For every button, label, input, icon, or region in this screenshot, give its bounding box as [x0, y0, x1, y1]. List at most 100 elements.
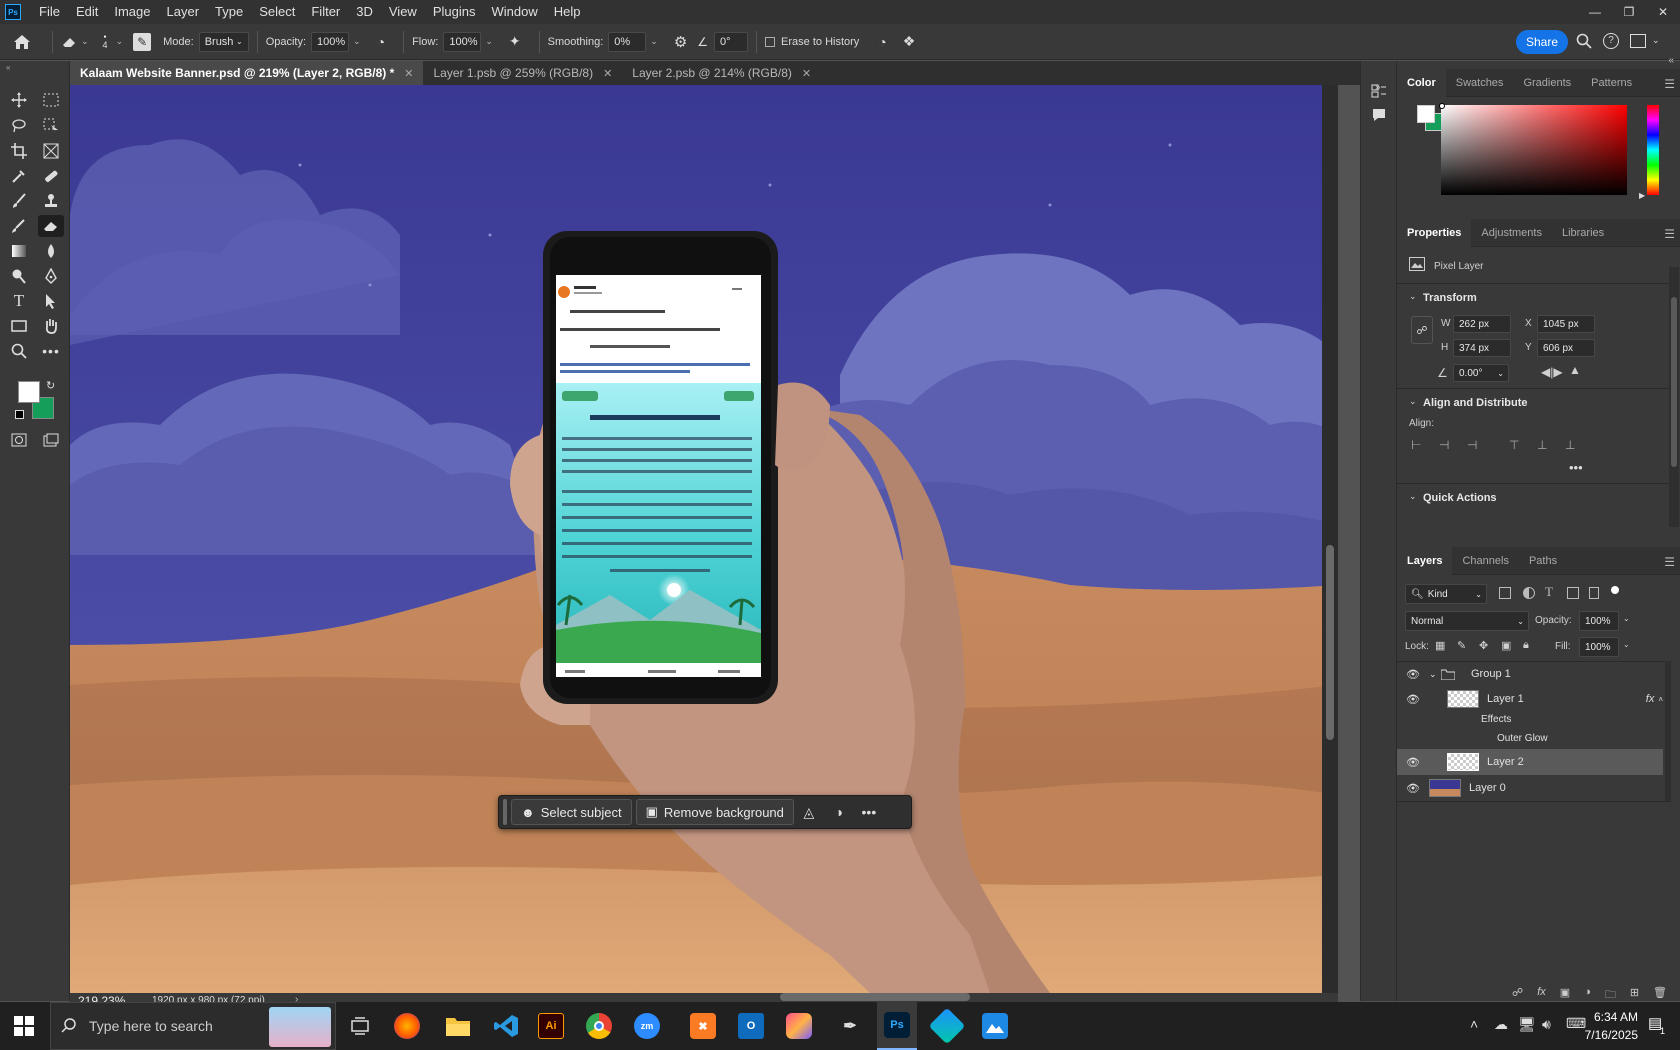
- filter-toggle-icon[interactable]: [1611, 586, 1619, 594]
- brush-tool-icon[interactable]: [6, 190, 32, 212]
- transform-section-title[interactable]: Transform: [1423, 292, 1477, 304]
- fill-dropdown-icon[interactable]: ⌄: [1623, 640, 1630, 649]
- visibility-eye-icon[interactable]: 👁︎: [1397, 693, 1429, 706]
- erase-to-history-checkbox[interactable]: [765, 36, 776, 47]
- symmetry-butterfly-icon[interactable]: ❖: [903, 33, 916, 50]
- brush-settings-icon[interactable]: ✎: [133, 32, 152, 51]
- photoshop-taskbar-icon[interactable]: Ps: [877, 1002, 917, 1050]
- pressure-size-icon[interactable]: ◔: [878, 34, 886, 50]
- onedrive-icon[interactable]: ☁: [1494, 1016, 1508, 1033]
- swap-colors-icon[interactable]: ↻: [46, 379, 55, 392]
- type-tool-icon[interactable]: T: [6, 290, 32, 312]
- restore-button[interactable]: ❐: [1612, 0, 1646, 24]
- marquee-tool-icon[interactable]: [38, 89, 64, 111]
- outer-glow-effect-row[interactable]: Outer Glow: [1397, 728, 1663, 748]
- lock-position-icon[interactable]: ✥: [1479, 639, 1488, 652]
- filter-pixel-layer-icon[interactable]: [1499, 587, 1511, 599]
- search-icon[interactable]: [1576, 33, 1592, 49]
- tab-layer-1-psb[interactable]: Layer 1.psb @ 259% (RGB/8) ✕: [423, 61, 622, 85]
- align-right-edges-icon[interactable]: ⊣: [1467, 438, 1481, 452]
- align-vertical-centers-icon[interactable]: ⊥: [1537, 438, 1551, 452]
- smoothing-field[interactable]: 0%: [608, 31, 647, 52]
- add-mask-icon[interactable]: ▣: [1560, 986, 1570, 1000]
- effects-collapse-icon[interactable]: ˄: [1658, 695, 1663, 704]
- eraser-tool-icon[interactable]: [38, 215, 64, 237]
- smoothing-dropdown-icon[interactable]: ⌄: [650, 36, 658, 47]
- tab-channels[interactable]: Channels: [1452, 547, 1518, 575]
- menu-window[interactable]: Window: [483, 0, 545, 24]
- properties-panel-menu-icon[interactable]: ☰: [1664, 227, 1675, 241]
- close-tab-icon[interactable]: ✕: [802, 67, 811, 80]
- visibility-eye-icon[interactable]: 👁︎: [1397, 782, 1429, 795]
- blend-mode-select[interactable]: Normal ⌄: [1405, 611, 1529, 631]
- transform-icon[interactable]: ◬: [794, 799, 824, 825]
- layers-scrollbar[interactable]: [1665, 661, 1671, 801]
- flip-horizontal-icon[interactable]: ◀|▶: [1541, 365, 1563, 379]
- gradient-tool-icon[interactable]: [6, 240, 32, 262]
- lock-transparent-pixels-icon[interactable]: ▦: [1435, 639, 1445, 652]
- align-collapse-icon[interactable]: ⌄: [1409, 396, 1417, 407]
- properties-scroll-thumb[interactable]: [1671, 297, 1677, 467]
- x-position-field[interactable]: 1045 px: [1537, 315, 1595, 333]
- menu-layer[interactable]: Layer: [159, 0, 208, 24]
- tab-patterns[interactable]: Patterns: [1581, 69, 1642, 97]
- document-canvas[interactable]: [70, 85, 1338, 993]
- tab-libraries[interactable]: Libraries: [1552, 219, 1614, 247]
- default-colors-icon[interactable]: [15, 410, 24, 419]
- pen-tool-icon[interactable]: [38, 265, 64, 287]
- new-group-icon[interactable]: 🗀︎: [1605, 986, 1616, 1001]
- lock-artboard-icon[interactable]: ▣: [1501, 639, 1511, 652]
- height-field[interactable]: 374 px: [1453, 339, 1511, 357]
- chrome-icon[interactable]: [586, 1013, 612, 1039]
- illustrator-icon[interactable]: Ai: [538, 1013, 564, 1039]
- help-icon[interactable]: ?: [1603, 33, 1619, 49]
- comments-panel-icon[interactable]: [1371, 107, 1387, 123]
- close-window-button[interactable]: ✕: [1646, 0, 1680, 24]
- menu-filter[interactable]: Filter: [303, 0, 348, 24]
- taskbar-clock[interactable]: 6:34 AM 7/16/2025: [1578, 1008, 1638, 1044]
- color-panel-menu-icon[interactable]: ☰: [1664, 77, 1675, 91]
- clone-stamp-tool-icon[interactable]: [38, 190, 64, 212]
- drag-handle-icon[interactable]: [503, 799, 507, 825]
- tab-layers[interactable]: Layers: [1397, 546, 1453, 575]
- menu-type[interactable]: Type: [207, 0, 251, 24]
- mode-select[interactable]: Brush ⌄: [198, 31, 249, 52]
- select-subject-button[interactable]: ☻ Select subject: [511, 799, 632, 825]
- close-tab-icon[interactable]: ✕: [404, 67, 413, 80]
- volume-icon[interactable]: 🔊︎: [1542, 1016, 1551, 1033]
- rotation-angle-field[interactable]: 0.00° ⌄: [1453, 364, 1509, 382]
- history-brush-tool-icon[interactable]: [6, 215, 32, 237]
- align-top-edges-icon[interactable]: ⊤: [1509, 438, 1523, 452]
- align-section-title[interactable]: Align and Distribute: [1423, 397, 1528, 409]
- filter-shape-layer-icon[interactable]: [1567, 587, 1579, 599]
- properties-scrollbar[interactable]: [1669, 267, 1679, 527]
- tab-paths[interactable]: Paths: [1519, 547, 1567, 575]
- layer-name[interactable]: Layer 1: [1487, 693, 1524, 705]
- filter-adjustment-layer-icon[interactable]: [1523, 587, 1535, 599]
- share-button[interactable]: Share: [1516, 30, 1568, 54]
- delete-layer-icon[interactable]: 🗑︎: [1653, 986, 1667, 1000]
- quick-mask-icon[interactable]: [6, 429, 32, 451]
- group-expand-chevron-icon[interactable]: ⌄: [1429, 669, 1441, 680]
- brush-angle-field[interactable]: 0°: [714, 31, 749, 52]
- photos-app-icon[interactable]: [982, 1013, 1008, 1039]
- fill-field[interactable]: 100%: [1579, 637, 1619, 657]
- history-panel-icon[interactable]: [1371, 83, 1387, 99]
- hue-slider-marker-icon[interactable]: ▶: [1639, 191, 1645, 200]
- vscode-icon[interactable]: [490, 1010, 522, 1042]
- align-left-edges-icon[interactable]: ⊢: [1411, 438, 1425, 452]
- windows-start-icon[interactable]: [14, 1016, 34, 1036]
- more-align-options-icon[interactable]: •••: [1569, 460, 1583, 475]
- airbrush-icon[interactable]: ✦: [509, 33, 521, 50]
- file-explorer-icon[interactable]: [442, 1010, 474, 1042]
- layer-name[interactable]: Group 1: [1471, 668, 1511, 680]
- visibility-eye-icon[interactable]: 👁︎: [1397, 756, 1429, 769]
- layer-filter-kind-select[interactable]: 🔍︎ Kind ⌄: [1405, 584, 1487, 604]
- outlook-icon[interactable]: O: [738, 1013, 764, 1039]
- menu-image[interactable]: Image: [106, 0, 158, 24]
- flip-vertical-icon[interactable]: ▲: [1569, 363, 1581, 377]
- move-tool-icon[interactable]: [6, 89, 32, 111]
- home-icon[interactable]: [0, 34, 44, 50]
- smoothing-settings-gear-icon[interactable]: ⚙: [674, 33, 687, 51]
- task-view-icon[interactable]: [344, 1010, 376, 1042]
